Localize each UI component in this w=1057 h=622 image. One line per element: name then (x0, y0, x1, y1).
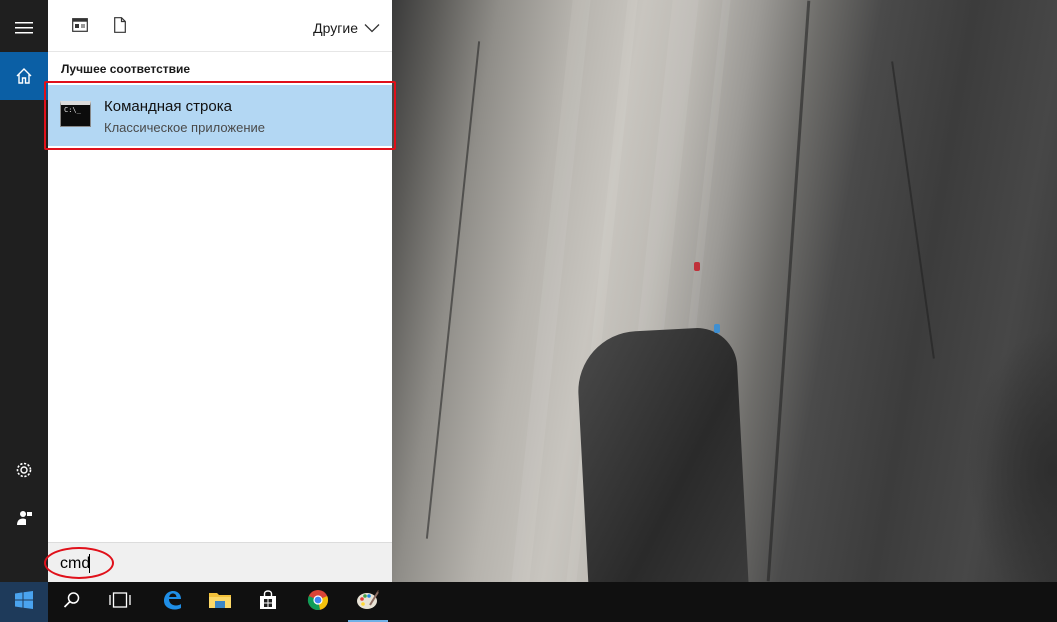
task-view-icon (109, 591, 131, 613)
red-highlight-box (44, 81, 396, 150)
home-button[interactable] (0, 52, 48, 100)
edge-button[interactable] (148, 582, 196, 622)
hamburger-menu-button[interactable] (0, 4, 48, 52)
documents-filter-button[interactable] (110, 16, 130, 38)
result-command-prompt[interactable]: C:\_ Командная строка Классическое прило… (44, 81, 396, 150)
search-box (44, 542, 392, 583)
other-filter-dropdown[interactable]: Другие (313, 17, 380, 39)
task-view-button[interactable] (96, 582, 144, 622)
store-button[interactable] (244, 582, 292, 622)
paint-app-icon (356, 589, 380, 616)
paint-app-button[interactable] (344, 582, 392, 622)
start-button[interactable] (0, 582, 48, 622)
chrome-icon (307, 589, 329, 616)
search-button[interactable] (48, 582, 96, 622)
chrome-button[interactable] (294, 582, 342, 622)
store-icon (258, 589, 278, 615)
best-match-heading: Лучшее соответствие (61, 62, 191, 76)
taskbar (0, 582, 1057, 622)
file-explorer-button[interactable] (196, 582, 244, 622)
windows-start-icon (15, 590, 33, 614)
start-menu-rail (0, 0, 48, 582)
results-header: Другие (48, 0, 392, 52)
feedback-button[interactable] (0, 494, 48, 542)
settings-button[interactable] (0, 446, 48, 494)
text-caret (89, 554, 90, 573)
chevron-down-icon (364, 20, 380, 36)
desktop-wallpaper (392, 0, 1057, 582)
home-icon (15, 67, 33, 85)
search-input[interactable] (48, 543, 392, 583)
hamburger-menu-icon (15, 21, 33, 35)
search-icon (63, 591, 81, 614)
apps-filter-icon (72, 17, 88, 37)
search-results-panel: Другие Лучшее соответствие C:\_ Командна… (44, 0, 396, 582)
gear-icon (15, 461, 33, 479)
edge-browser-icon (161, 589, 183, 616)
apps-filter-button[interactable] (70, 17, 90, 37)
documents-filter-icon (114, 16, 126, 38)
filter-dropdown-label: Другие (313, 20, 358, 36)
file-explorer-icon (209, 591, 231, 614)
feedback-icon (15, 509, 33, 527)
